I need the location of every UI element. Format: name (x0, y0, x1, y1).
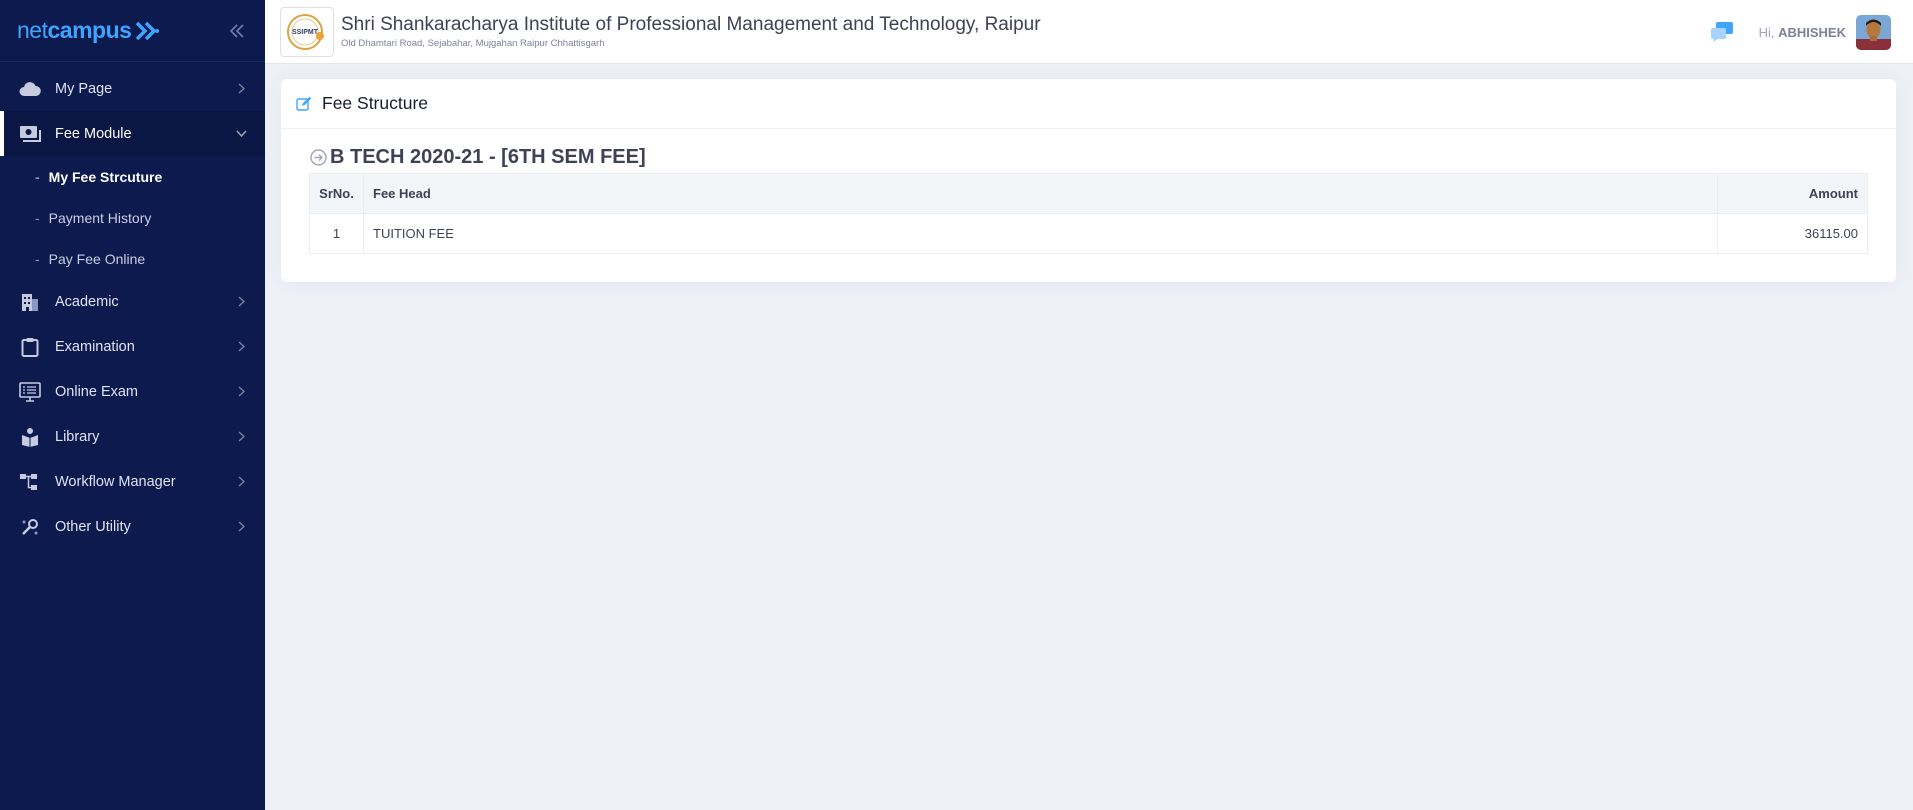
chat-icon[interactable] (1707, 17, 1737, 47)
chevron-right-icon (235, 296, 247, 308)
column-header-fee-head: Fee Head (363, 173, 1718, 214)
building-icon (19, 291, 41, 313)
cell-amount: 36115.00 (1717, 213, 1868, 254)
sidebar-item-library[interactable]: Library (0, 414, 265, 459)
sidebar-item-label: Online Exam (55, 383, 139, 400)
institute-name: Shri Shankaracharya Institute of Profess… (341, 14, 1041, 35)
sidebar-item-label: Academic (55, 293, 119, 310)
fee-table: SrNo. Fee Head Amount 1 TUITION FEE 3611… (309, 173, 1868, 254)
section-title: B TECH 2020-21 - [6TH SEM FEE] (309, 143, 1868, 171)
avatar[interactable] (1856, 14, 1891, 50)
sidebar-subitem-label: My Fee Strcuture (48, 168, 163, 185)
table-header-row: SrNo. Fee Head Amount (309, 173, 1868, 214)
cloud-icon (19, 78, 41, 100)
chevron-down-icon (235, 128, 247, 140)
utility-icon (19, 516, 41, 538)
sidebar-subitem-label: Pay Fee Online (48, 250, 146, 267)
sidebar-item-label: Library (55, 428, 100, 445)
sidebar-item-academic[interactable]: Academic (0, 279, 265, 324)
cell-srno: 1 (309, 213, 364, 254)
sidebar-item-examination[interactable]: Examination (0, 324, 265, 369)
column-header-srno: SrNo. (309, 173, 364, 214)
sidebar-item-fee-module[interactable]: Fee Module (0, 111, 265, 156)
sidebar-item-workflow-manager[interactable]: Workflow Manager (0, 459, 265, 504)
sidebar-item-my-page[interactable]: My Page (0, 66, 265, 111)
sidebar-subitem-payment-history[interactable]: - Payment History (0, 197, 265, 238)
fee-module-submenu: - My Fee Strcuture - Payment History - P… (0, 156, 265, 279)
chevron-right-icon (235, 341, 247, 353)
greeting-text: Hi, (1758, 24, 1775, 40)
sidebar-item-label: Examination (55, 338, 135, 355)
card-title: Fee Structure (322, 93, 429, 113)
column-header-amount: Amount (1717, 173, 1868, 214)
sidebar-subitem-label: Payment History (48, 209, 152, 226)
arrow-circle-right-icon (309, 148, 327, 166)
sidebar-item-label: My Page (55, 80, 113, 97)
chevron-right-icon (235, 521, 247, 533)
sidebar-item-label: Other Utility (55, 518, 131, 535)
sidebar: net campus My Page Fee Module - My Fee S… (0, 0, 265, 810)
header-user-area: Hi, ABHISHEK (1707, 0, 1891, 64)
logo-text-campus: campus (47, 17, 132, 43)
money-icon (19, 123, 41, 145)
table-row: 1 TUITION FEE 36115.00 (309, 213, 1868, 254)
chevron-right-icon (235, 431, 247, 443)
sidebar-subitem-my-fee-structure[interactable]: - My Fee Strcuture (0, 156, 265, 197)
user-name: ABHISHEK (1778, 24, 1846, 40)
chevron-right-icon (235, 83, 247, 95)
sidebar-item-other-utility[interactable]: Other Utility (0, 504, 265, 549)
institute-logo[interactable]: SSIPMT (280, 6, 334, 57)
netcampus-logo[interactable]: net campus (17, 17, 160, 44)
top-header: SSIPMT Shri Shankaracharya Institute of … (265, 0, 1913, 64)
bullet-dash: - (35, 168, 40, 185)
logo-text-net: net (17, 17, 48, 43)
double-chevron-left-icon (229, 23, 244, 38)
bullet-dash: - (35, 250, 40, 267)
institute-address: Old Dhamtari Road, Sejabahar, Mujgahan R… (341, 38, 605, 49)
sidebar-item-label: Workflow Manager (55, 473, 176, 490)
section-title-text: B TECH 2020-21 - [6TH SEM FEE] (330, 145, 646, 168)
card-body: B TECH 2020-21 - [6TH SEM FEE] SrNo. Fee… (281, 129, 1896, 254)
sidebar-menu: My Page Fee Module - My Fee Strcuture - … (0, 62, 265, 549)
bullet-dash: - (35, 209, 40, 226)
monitor-icon (19, 381, 41, 403)
card-header: Fee Structure (281, 79, 1896, 129)
fee-structure-card: Fee Structure B TECH 2020-21 - [6TH SEM … (281, 79, 1896, 282)
sidebar-subitem-pay-fee-online[interactable]: - Pay Fee Online (0, 238, 265, 279)
chevron-right-icon (235, 476, 247, 488)
user-greeting[interactable]: Hi, ABHISHEK (1759, 25, 1846, 40)
svg-text:SSIPMT: SSIPMT (292, 29, 319, 36)
chevron-right-icon (235, 386, 247, 398)
clipboard-icon (19, 336, 41, 358)
sidebar-collapse-button[interactable] (227, 21, 247, 41)
sidebar-item-label: Fee Module (55, 125, 132, 142)
sidebar-item-online-exam[interactable]: Online Exam (0, 369, 265, 414)
book-reader-icon (19, 426, 41, 448)
logo-chevrons-icon (134, 19, 160, 43)
workflow-icon (19, 471, 41, 493)
edit-icon (295, 95, 313, 113)
institute-info: Shri Shankaracharya Institute of Profess… (341, 14, 1041, 49)
brand-bar: net campus (0, 0, 265, 62)
cell-fee-head: TUITION FEE (363, 213, 1718, 254)
